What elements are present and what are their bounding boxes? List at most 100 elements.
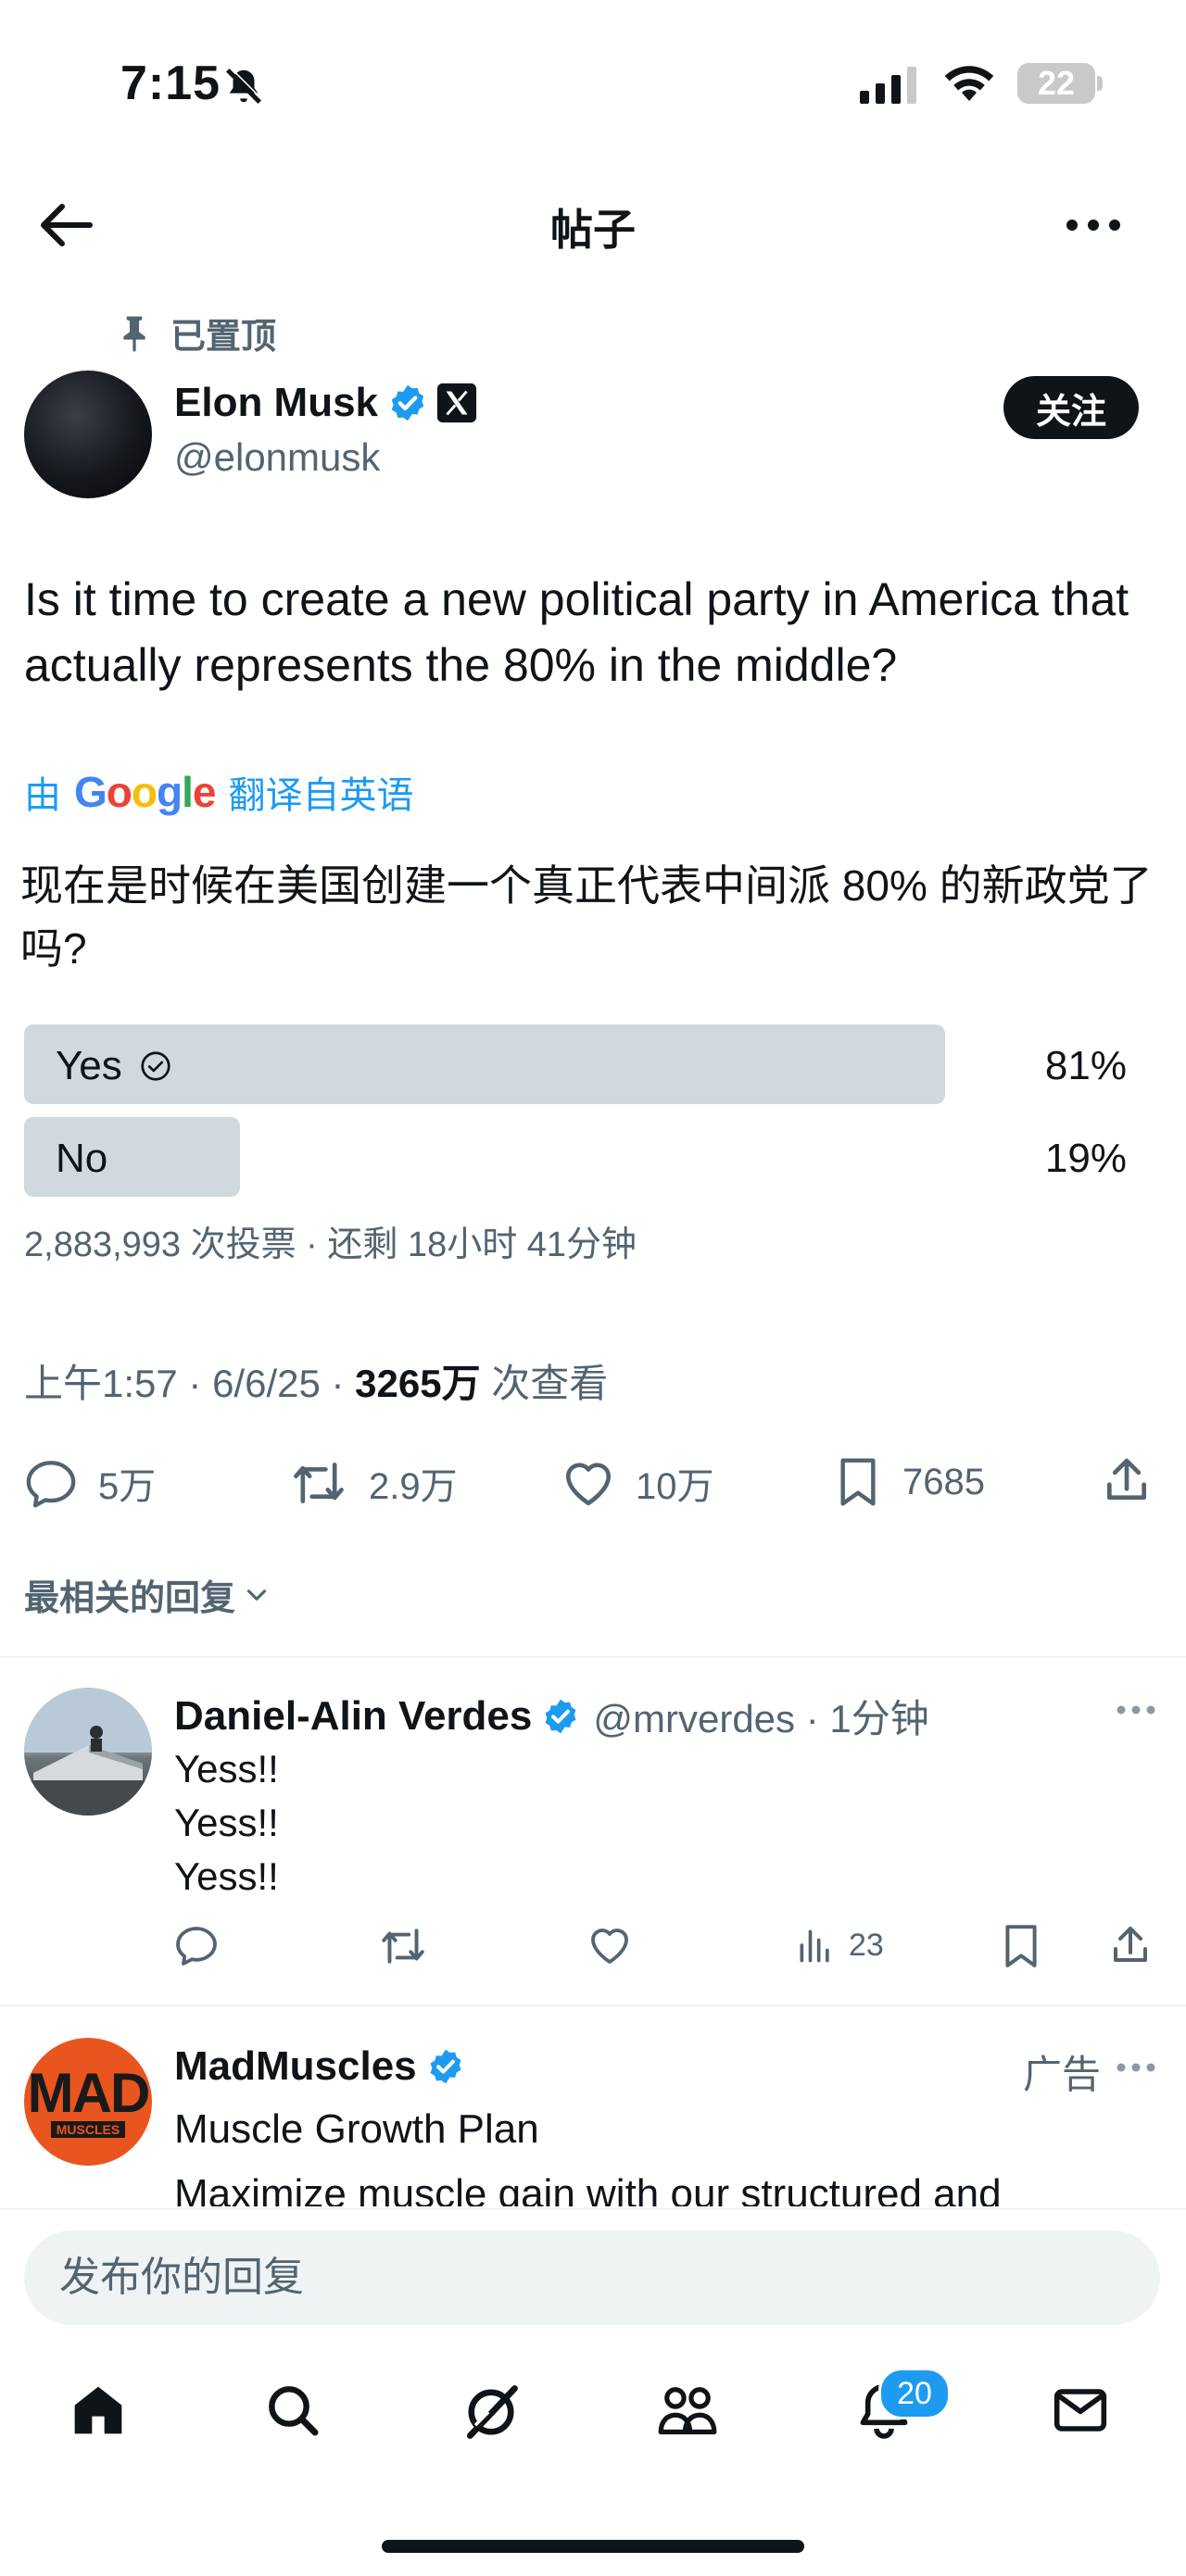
like-action[interactable]: 10万 xyxy=(561,1456,714,1510)
share-action[interactable] xyxy=(1101,1454,1153,1506)
chevron-down-icon xyxy=(246,1589,267,1601)
reply-input[interactable] xyxy=(57,2254,1080,2302)
x-affiliation-icon xyxy=(436,383,477,423)
bookmark-icon xyxy=(1005,1925,1037,1967)
section-divider xyxy=(0,2004,1186,2006)
pinned-label: 已置顶 xyxy=(170,318,277,357)
poll-percent-no: 19% xyxy=(1044,1136,1127,1181)
wifi-icon xyxy=(941,61,997,104)
notifications-badge: 20 xyxy=(878,2368,951,2419)
author-name: Elon Musk xyxy=(174,380,379,425)
bell-muted-icon xyxy=(222,65,265,107)
ad-more-icon[interactable] xyxy=(1116,2062,1156,2073)
ad-label: 广告 xyxy=(1023,2053,1102,2096)
reply-text-line: Yess!! xyxy=(174,1747,279,1791)
repost-icon xyxy=(294,1463,344,1503)
grok-icon xyxy=(466,2385,518,2439)
poll-option-label: Yes xyxy=(56,1043,122,1088)
home-icon xyxy=(74,2386,122,2434)
pinned-row: 已置顶 xyxy=(119,308,276,358)
ad-author-row[interactable]: MadMuscles xyxy=(174,2043,465,2090)
reply-text-line: Yess!! xyxy=(174,1854,279,1898)
bookmark-icon xyxy=(840,1458,876,1506)
pin-icon xyxy=(123,316,145,352)
reply-views-count: 23 xyxy=(849,1927,884,1963)
reply-repost-action[interactable] xyxy=(378,1925,428,1967)
translate-prefix: 由 xyxy=(24,775,61,816)
more-options-icon[interactable] xyxy=(1066,219,1121,232)
reply-icon xyxy=(176,1927,217,1966)
reply-count: 5万 xyxy=(98,1466,157,1507)
reply-composer[interactable] xyxy=(24,2230,1160,2325)
share-icon xyxy=(1114,1927,1147,1962)
post-timestamp: 上午1:57 · 6/6/25 · 3265万 次查看 xyxy=(24,1352,608,1409)
reply-bookmark-action[interactable] xyxy=(1001,1923,1041,1969)
timestamp-text: 上午1:57 · 6/6/25 · xyxy=(24,1362,356,1405)
cellular-signal-icon xyxy=(860,67,921,104)
ad-logo-sub: MUSCLES xyxy=(50,2121,126,2138)
composer-divider xyxy=(0,2208,1186,2210)
reply-views-action[interactable]: 23 xyxy=(795,1925,884,1966)
reply-like-action[interactable] xyxy=(587,1925,632,1966)
translation-attribution[interactable]: 由 Google 翻译自英语 xyxy=(24,765,413,819)
reply-action[interactable]: 5万 xyxy=(24,1456,156,1510)
reply-author-row[interactable]: Daniel-Alin Verdes @mrverdes · 1分钟 xyxy=(174,1688,929,1744)
like-count: 10万 xyxy=(636,1466,714,1507)
battery-indicator: 22 xyxy=(1017,63,1095,104)
nav-communities[interactable] xyxy=(656,2381,719,2444)
repost-action[interactable]: 2.9万 xyxy=(289,1456,458,1510)
battery-nub xyxy=(1097,76,1103,91)
reply-icon xyxy=(26,1461,76,1508)
reply-more-icon[interactable] xyxy=(1116,1704,1156,1715)
reply-author-name: Daniel-Alin Verdes xyxy=(174,1692,533,1739)
repost-count: 2.9万 xyxy=(369,1466,458,1507)
poll-option-yes[interactable]: Yes xyxy=(56,1043,172,1089)
poll-meta: 2,883,993 次投票 · 还剩 18小时 41分钟 xyxy=(24,1225,637,1264)
reply-text-line: Yess!! xyxy=(174,1801,279,1844)
reply-avatar[interactable] xyxy=(24,1688,152,1816)
views-count: 3265万 xyxy=(355,1362,481,1405)
nav-home[interactable] xyxy=(69,2381,128,2444)
nav-messages[interactable] xyxy=(1051,2381,1110,2444)
translate-suffix: 翻译自英语 xyxy=(228,775,414,816)
views-label: 次查看 xyxy=(480,1362,609,1405)
reply-reply-action[interactable] xyxy=(174,1925,219,1966)
nav-grok[interactable] xyxy=(460,2381,523,2448)
ad-author-name: MadMuscles xyxy=(174,2043,417,2089)
communities-icon xyxy=(658,2387,717,2435)
reply-share-action[interactable] xyxy=(1108,1923,1153,1967)
ad-avatar[interactable]: MAD MUSCLES xyxy=(24,2038,152,2166)
poll-option-no[interactable]: No xyxy=(56,1136,107,1182)
bookmark-count: 7685 xyxy=(902,1461,985,1502)
reply-actions: 23 xyxy=(0,1916,1186,1980)
follow-button[interactable]: 关注 xyxy=(1003,376,1139,439)
poll-option-label: No xyxy=(56,1136,108,1181)
replies-sort-label: 最相关的回复 xyxy=(24,1579,236,1618)
google-logo: Google xyxy=(74,768,216,816)
search-icon xyxy=(269,2386,319,2436)
ad-logo-text: MAD xyxy=(27,2062,151,2124)
page-title: 帖子 xyxy=(550,206,636,254)
verified-badge-icon xyxy=(391,384,424,421)
author-name-row[interactable]: Elon Musk xyxy=(174,380,478,426)
battery-level: 22 xyxy=(1037,64,1076,102)
verified-badge-icon xyxy=(430,2049,461,2084)
section-divider xyxy=(0,1656,1186,1658)
analytics-icon xyxy=(800,1929,829,1963)
poll-percent-yes: 81% xyxy=(1044,1043,1127,1088)
nav-search[interactable] xyxy=(263,2381,322,2444)
repost-icon xyxy=(382,1929,424,1964)
post-text: Is it time to create a new political par… xyxy=(24,573,1129,691)
ad-headline: Muscle Growth Plan xyxy=(174,2106,539,2152)
status-time: 7:15 xyxy=(120,57,221,110)
replies-sort-dropdown[interactable]: 最相关的回复 xyxy=(24,1569,272,1620)
reply-meta: @mrverdes · 1分钟 xyxy=(593,1697,929,1740)
verified-badge-icon xyxy=(545,1699,576,1733)
home-indicator xyxy=(382,2540,804,2553)
bookmark-action[interactable]: 7685 xyxy=(834,1456,985,1508)
author-avatar[interactable] xyxy=(24,371,152,498)
heart-icon xyxy=(591,1929,628,1964)
ad-body: Maximize muscle gain with our structured… xyxy=(174,2171,1002,2206)
author-handle[interactable]: @elonmusk xyxy=(174,435,380,480)
mail-icon xyxy=(1054,2389,1107,2431)
